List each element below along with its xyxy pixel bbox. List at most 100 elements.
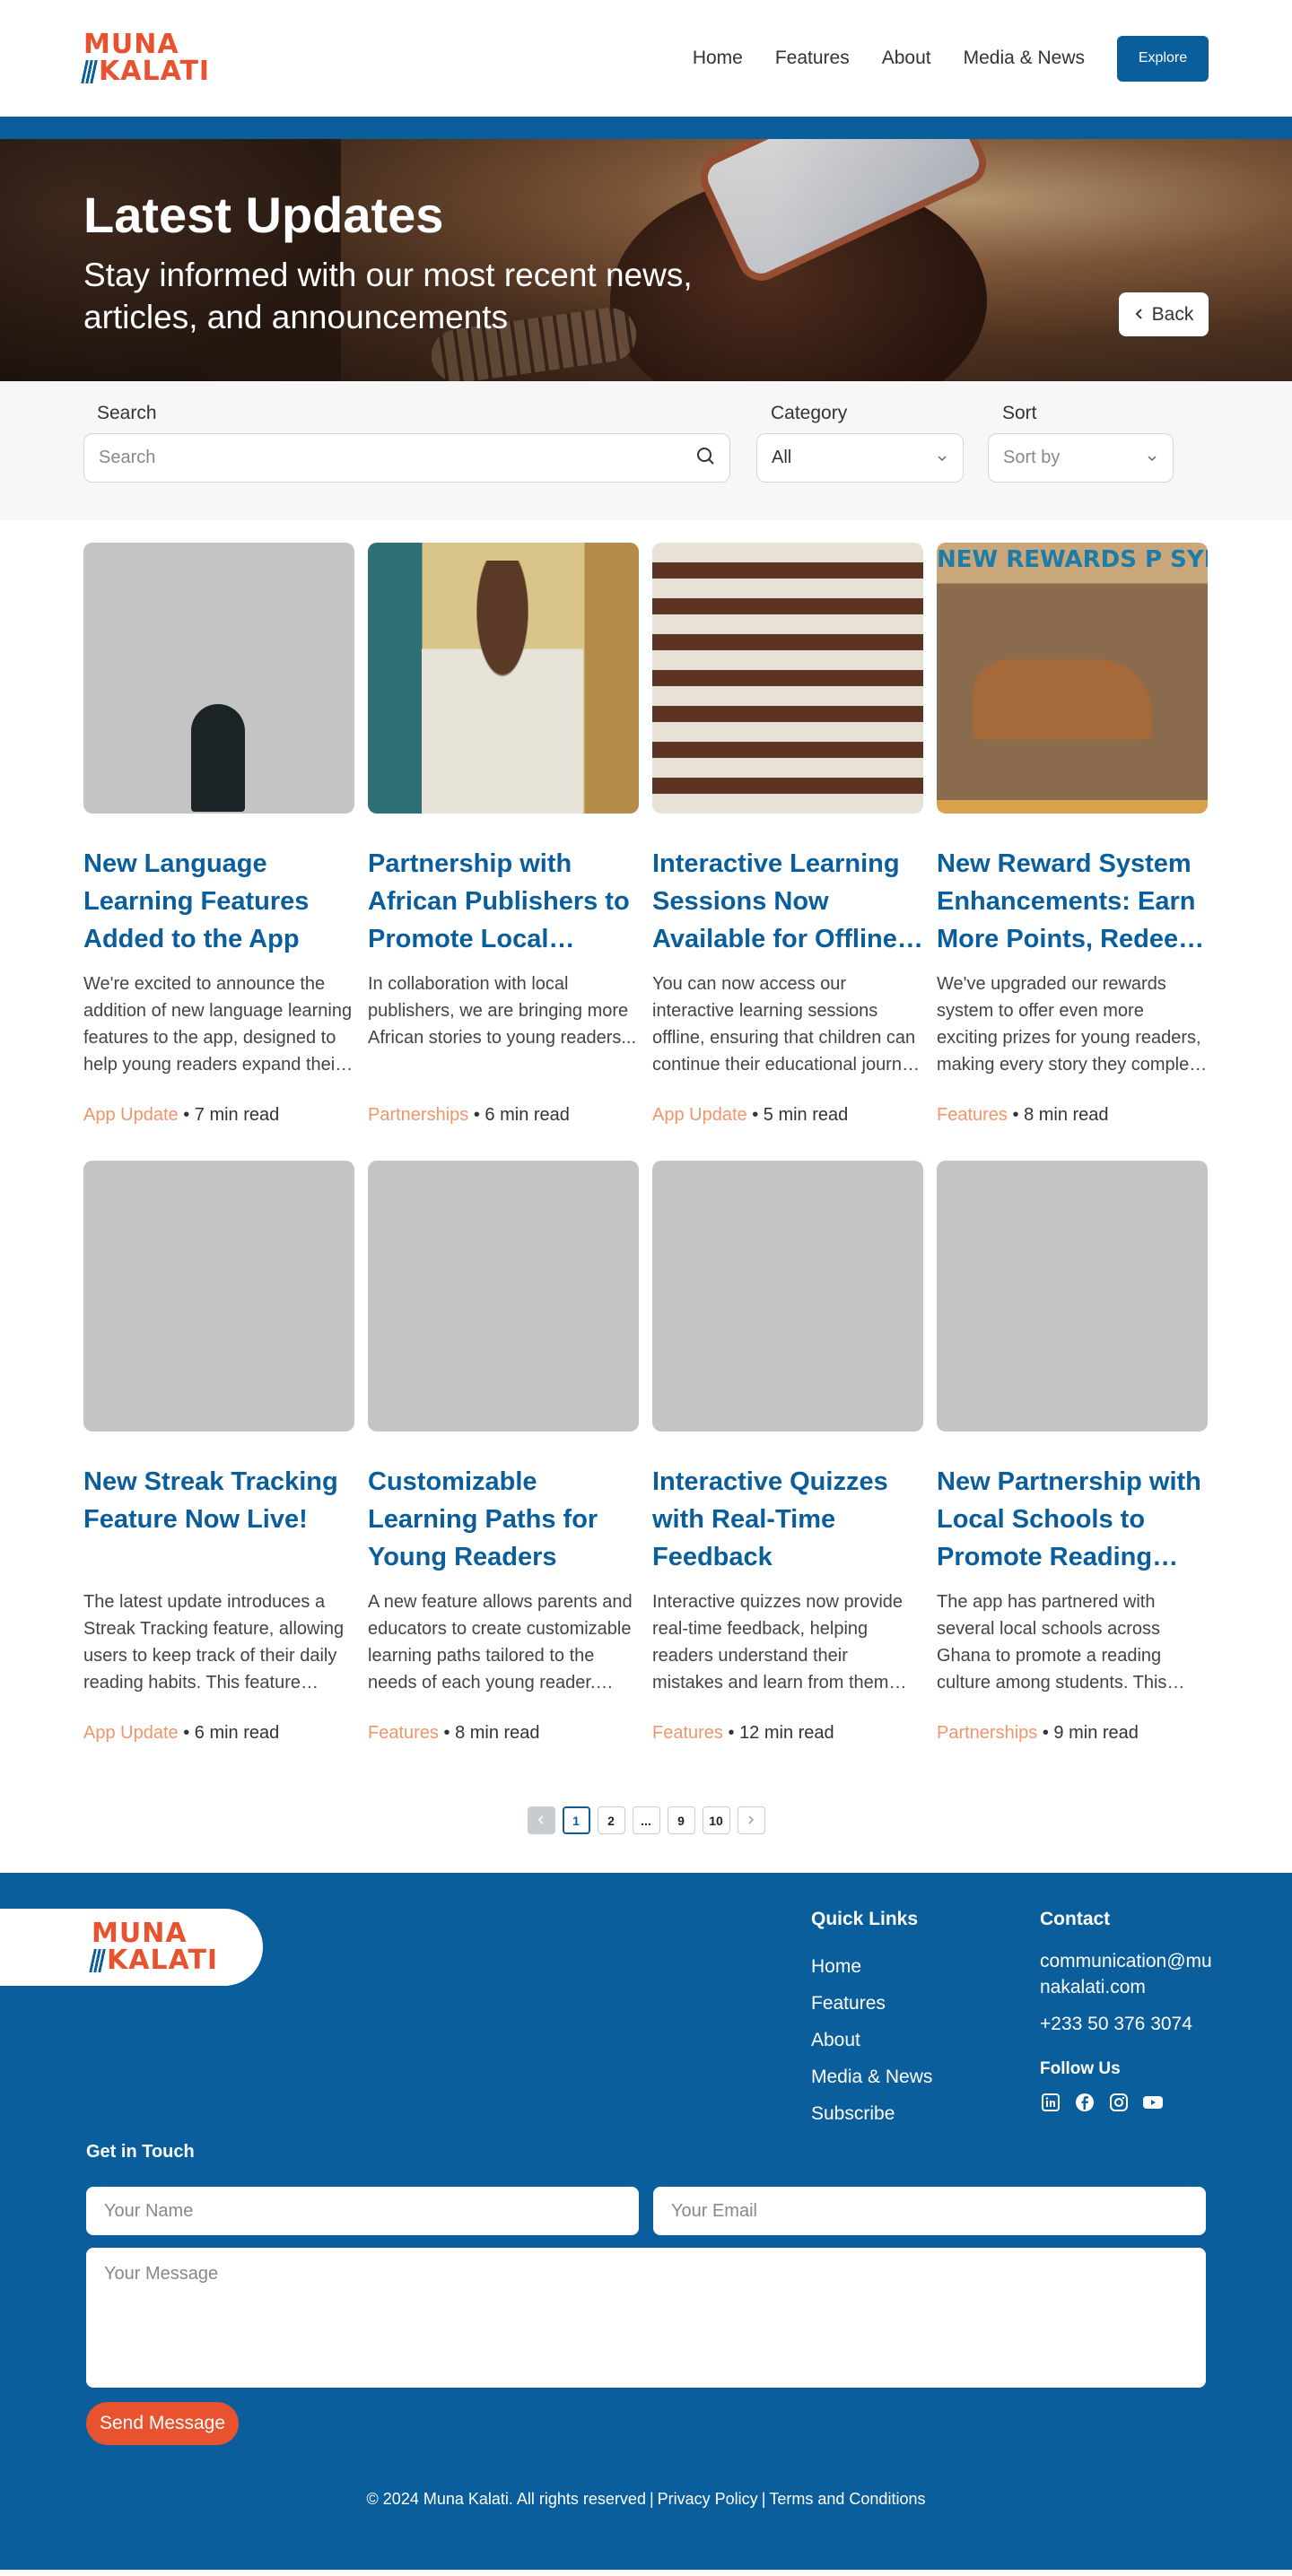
article-category[interactable]: Partnerships [368, 1105, 468, 1125]
logo-line1: MUNA [92, 1918, 188, 1949]
article-image[interactable] [368, 543, 639, 814]
copyright-text: © 2024 Muna Kalati. All rights reserved [366, 2490, 646, 2508]
article-card[interactable]: Interactive Quizzes with Real-Time Feedb… [652, 1161, 923, 1779]
nav-home[interactable]: Home [693, 48, 743, 69]
article-title[interactable]: New Reward System Enhancements: Earn Mor… [937, 845, 1208, 958]
nav-about[interactable]: About [882, 48, 931, 69]
article-excerpt: Interactive quizzes now provide real-tim… [652, 1592, 904, 1693]
search-placeholder: Search [99, 448, 156, 467]
article-read-time: 5 min read [763, 1105, 849, 1125]
article-title[interactable]: Customizable Learning Paths for Young Re… [368, 1463, 639, 1576]
article-read-time: 6 min read [484, 1105, 570, 1125]
back-button[interactable]: Back [1119, 292, 1209, 336]
article-category[interactable]: App Update [83, 1723, 179, 1743]
prev-page-button[interactable] [527, 1806, 555, 1834]
footer-link-media-news[interactable]: Media & News [811, 2058, 932, 2095]
image-person [191, 704, 245, 812]
footer-link-subscribe[interactable]: Subscribe [811, 2095, 932, 2132]
message-field[interactable]: Your Message [86, 2248, 1206, 2388]
page-9-button[interactable]: 9 [667, 1806, 695, 1834]
article-image-placeholder[interactable] [937, 1161, 1208, 1432]
article-meta: Partnerships • 6 min read [368, 1105, 570, 1125]
article-excerpt: The app has partnered with several local… [937, 1592, 1167, 1693]
article-category[interactable]: Features [937, 1105, 1008, 1125]
search-input[interactable]: Search [83, 433, 730, 483]
article-title[interactable]: New Partnership with Local Schools to Pr… [937, 1463, 1208, 1576]
site-header: MUNA KALATI Home Features About Media & … [0, 0, 1292, 117]
next-page-button[interactable] [737, 1806, 765, 1834]
article-card[interactable]: New Partnership with Local Schools to Pr… [937, 1161, 1208, 1779]
article-category[interactable]: App Update [83, 1105, 179, 1125]
article-card[interactable]: Partnership with African Publishers to P… [368, 543, 639, 1161]
message-placeholder: Your Message [104, 2264, 219, 2284]
header-divider [0, 117, 1292, 139]
article-title[interactable]: New Streak Tracking Feature Now Live! [83, 1463, 354, 1576]
article-card[interactable]: NEW REWARDS P SYRAARITS New Reward Syste… [937, 543, 1208, 1161]
category-select[interactable]: All [756, 433, 964, 483]
name-field[interactable]: Your Name [86, 2187, 639, 2235]
page-title: Latest Updates [83, 187, 444, 243]
page-ellipsis: ... [632, 1806, 660, 1834]
sort-placeholder: Sort by [1003, 448, 1061, 467]
article-category[interactable]: Features [368, 1723, 439, 1743]
article-image-placeholder[interactable] [652, 1161, 923, 1432]
email-field[interactable]: Your Email [653, 2187, 1206, 2235]
article-meta: App Update • 6 min read [83, 1723, 280, 1743]
footer-logo[interactable]: MUNA KALATI [89, 1918, 219, 1976]
article-excerpt: The latest update introduces a Streak Tr… [83, 1592, 345, 1693]
article-image[interactable] [83, 543, 354, 814]
pagination: 1 2 ... 9 10 [0, 1806, 1292, 1837]
back-label: Back [1151, 303, 1194, 325]
article-category[interactable]: Partnerships [937, 1723, 1037, 1743]
article-title[interactable]: New Language Learning Features Added to … [83, 845, 354, 958]
article-card[interactable]: Interactive Learning Sessions Now Availa… [652, 543, 923, 1161]
article-image-placeholder[interactable] [83, 1161, 354, 1432]
footer-link-features[interactable]: Features [811, 1985, 932, 2022]
send-message-button[interactable]: Send Message [86, 2402, 239, 2445]
terms-link[interactable]: Terms and Conditions [769, 2490, 925, 2508]
article-card[interactable]: Customizable Learning Paths for Young Re… [368, 1161, 639, 1779]
quick-links: Quick Links Home Features About Media & … [811, 1909, 932, 2132]
article-category[interactable]: App Update [652, 1105, 747, 1125]
article-image-placeholder[interactable] [368, 1161, 639, 1432]
article-read-time: 8 min read [455, 1723, 540, 1743]
footer-link-home[interactable]: Home [811, 1948, 932, 1985]
article-category[interactable]: Features [652, 1723, 723, 1743]
nav-features[interactable]: Features [775, 48, 850, 69]
article-card[interactable]: New Streak Tracking Feature Now Live! Th… [83, 1161, 354, 1779]
contact-email[interactable]: communication@munakalati.com [1040, 1948, 1219, 2000]
article-excerpt: We're excited to announce the addition o… [83, 974, 353, 1075]
category-value: All [772, 448, 792, 467]
brand-logo[interactable]: MUNA KALATI [81, 31, 211, 87]
article-meta: Features • 8 min read [368, 1723, 540, 1743]
logo-line2: KALATI [107, 1945, 219, 1976]
article-read-time: 8 min read [1024, 1105, 1109, 1125]
facebook-icon[interactable] [1074, 2092, 1096, 2113]
page-1-button[interactable]: 1 [562, 1806, 590, 1834]
instagram-icon[interactable] [1108, 2092, 1130, 2113]
article-image[interactable]: NEW REWARDS P SYRAARITS [937, 543, 1208, 814]
page-2-button[interactable]: 2 [597, 1806, 625, 1834]
youtube-icon[interactable] [1142, 2092, 1164, 2113]
article-title[interactable]: Interactive Learning Sessions Now Availa… [652, 845, 923, 958]
nav-media-news[interactable]: Media & News [964, 48, 1085, 69]
logo-line2: KALATI [99, 56, 211, 87]
page-10-button[interactable]: 10 [702, 1806, 730, 1834]
filter-bar: Search Search Category All Sort Sort by [0, 381, 1292, 520]
explore-button[interactable]: Explore [1117, 35, 1209, 82]
article-meta: Features • 8 min read [937, 1105, 1109, 1125]
contact-phone[interactable]: +233 50 376 3074 [1040, 2011, 1219, 2037]
social-links [1040, 2092, 1219, 2113]
sort-select[interactable]: Sort by [988, 433, 1174, 483]
linkedin-icon[interactable] [1040, 2092, 1061, 2113]
logo-line2-wrap: KALATI [81, 56, 211, 87]
name-placeholder: Your Name [104, 2200, 194, 2221]
privacy-link[interactable]: Privacy Policy [658, 2490, 758, 2508]
footer-link-about[interactable]: About [811, 2022, 932, 2058]
article-title[interactable]: Partnership with African Publishers to P… [368, 845, 639, 958]
search-label: Search [97, 403, 157, 423]
article-card[interactable]: New Language Learning Features Added to … [83, 543, 354, 1161]
article-image[interactable] [652, 543, 923, 814]
article-title[interactable]: Interactive Quizzes with Real-Time Feedb… [652, 1463, 923, 1576]
image-car [973, 659, 1152, 740]
